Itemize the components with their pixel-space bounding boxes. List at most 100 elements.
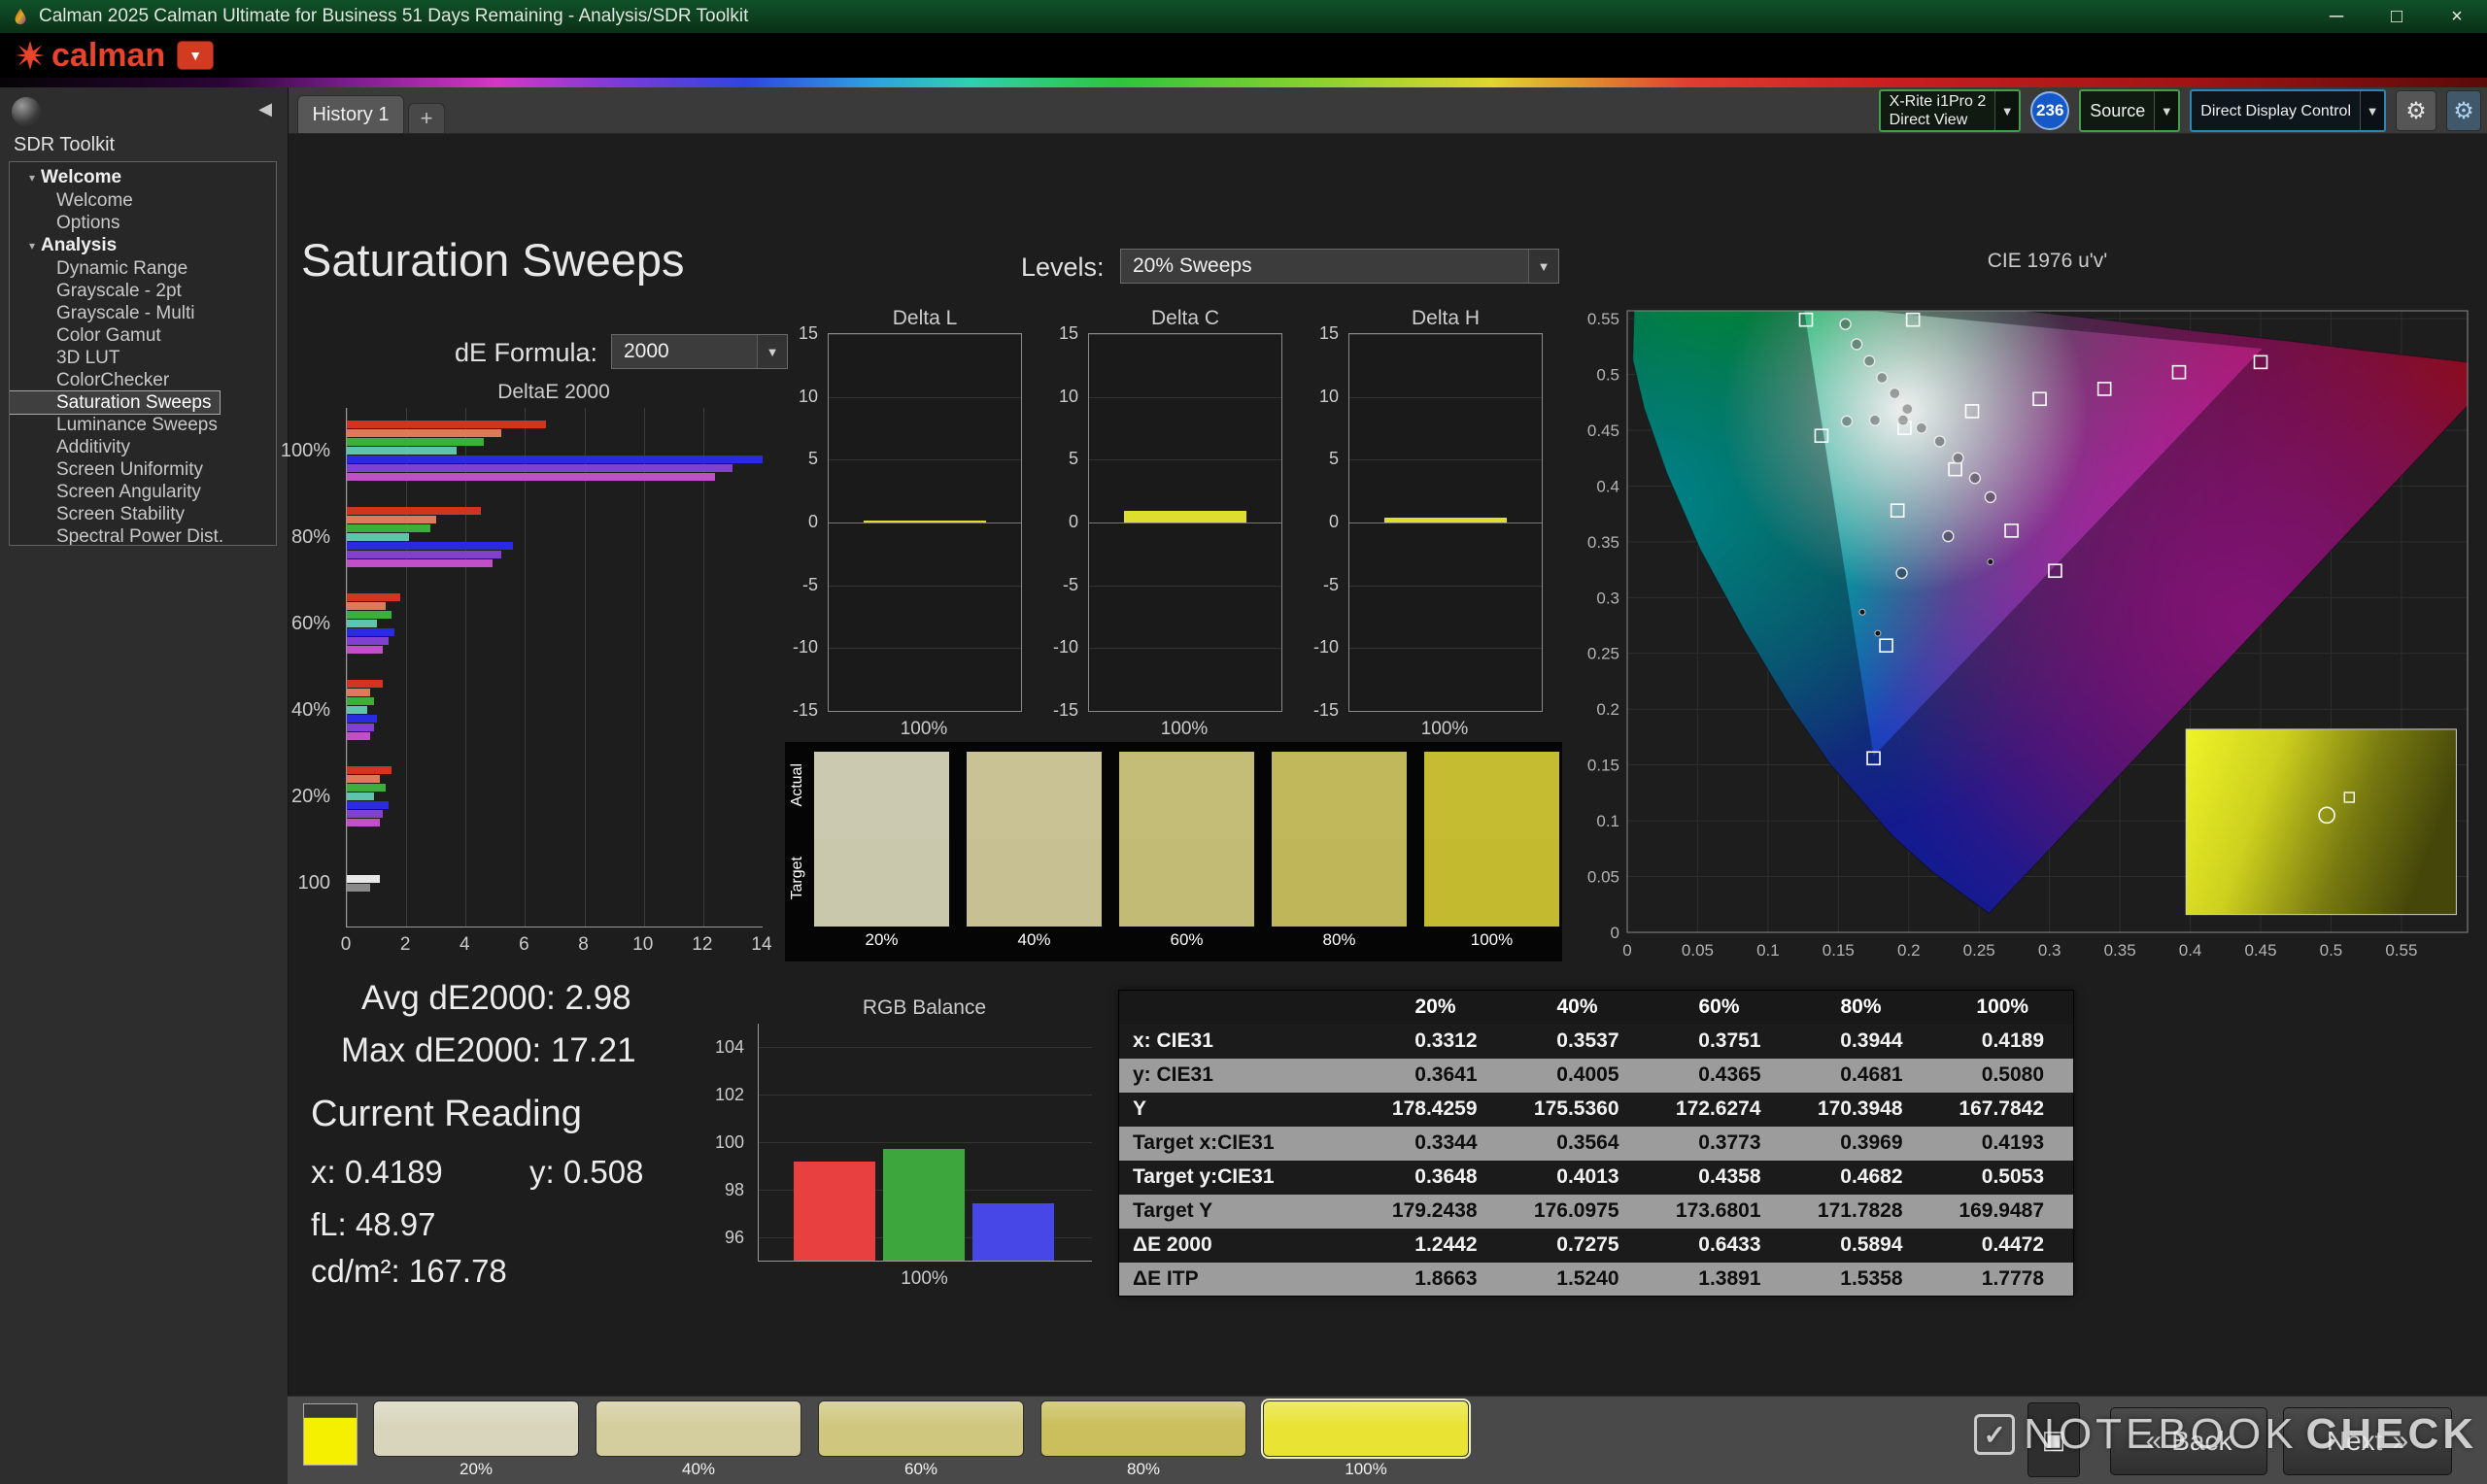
deltae-category-label: 100% bbox=[280, 439, 330, 461]
settings-gear-button[interactable]: ⚙ bbox=[2396, 90, 2436, 131]
swatch-color[interactable] bbox=[596, 1400, 801, 1457]
tree-item-screen-uniformity[interactable]: Screen Uniformity bbox=[10, 458, 276, 481]
workflow-title: SDR Toolkit bbox=[14, 134, 116, 155]
meter-reading-badge: 236 bbox=[2030, 91, 2070, 130]
table-cell: 167.7842 bbox=[1959, 1097, 2044, 1120]
actual-swatch bbox=[814, 752, 949, 839]
sidebar-collapse-button[interactable]: ◀ bbox=[258, 99, 272, 119]
sidebar-tree: ▾ Welcome Welcome Options ▾ Analysis Dynamic R… bbox=[9, 161, 277, 546]
actual-target-panel: Actual Target 20% 40% 60% 80% 100% bbox=[785, 742, 1562, 961]
delta-l-bar bbox=[863, 521, 987, 523]
source-dropdown[interactable]: Source ▼ bbox=[2079, 89, 2181, 132]
pattern-swatch-60%[interactable]: 60% bbox=[818, 1400, 1024, 1479]
table-cell: 1.5240 bbox=[1556, 1266, 1619, 1290]
tree-item-3d-lut[interactable]: 3D LUT bbox=[10, 347, 276, 369]
delta-h-chart: Delta H -15 -10 -5 0 5 10 15 100% bbox=[1304, 307, 1543, 739]
table-cell: 1.3891 bbox=[1698, 1266, 1761, 1290]
meter-dropdown[interactable]: X-Rite i1Pro 2 Direct View ▼ bbox=[1878, 89, 2022, 132]
target-swatch bbox=[814, 839, 949, 927]
svg-text:0.25: 0.25 bbox=[1963, 941, 1995, 960]
target-swatch bbox=[967, 839, 1102, 927]
spectrum-strip bbox=[0, 78, 2487, 87]
tree-item-options[interactable]: Options bbox=[10, 212, 276, 234]
table-cell: 1.7778 bbox=[1981, 1266, 2044, 1290]
tree-item-colorchecker[interactable]: ColorChecker bbox=[10, 369, 276, 391]
pattern-preview-window[interactable] bbox=[303, 1403, 358, 1466]
swatch-color[interactable] bbox=[1040, 1400, 1246, 1457]
restore-button[interactable]: □ bbox=[2367, 0, 2427, 33]
rgb-bar-green bbox=[883, 1149, 965, 1261]
target-swatch bbox=[1119, 839, 1254, 927]
table-cell: 1.8663 bbox=[1414, 1266, 1478, 1290]
target-label: Target bbox=[789, 857, 805, 900]
brand-menu-button[interactable]: ▼ bbox=[177, 41, 215, 70]
table-col-header: 20% bbox=[1364, 990, 1507, 1025]
de-formula-select[interactable]: 2000 ▼ bbox=[611, 334, 788, 369]
pattern-swatch-20%[interactable]: 20% bbox=[373, 1400, 579, 1479]
deltae-bar bbox=[347, 732, 371, 740]
deltae-xlabels: 0 2 4 6 8 10 12 14 bbox=[341, 934, 772, 958]
tree-item-dynamic-range[interactable]: Dynamic Range bbox=[10, 257, 276, 280]
table-cell: 0.4682 bbox=[1840, 1165, 1903, 1188]
pattern-swatch-80%[interactable]: 80% bbox=[1040, 1400, 1246, 1479]
meter-label: X-Rite i1Pro 2 Direct View bbox=[1889, 93, 1987, 128]
chevron-down-icon: ▼ bbox=[1994, 91, 2020, 130]
axis-tick-label: 5 bbox=[807, 449, 818, 469]
workflow-sidebar: ◀ SDR Toolkit ▾ Welcome Welcome Options ▾ Ana… bbox=[0, 87, 289, 1484]
delta-l-chart: Delta L -15 -10 -5 0 5 10 15 100% bbox=[783, 307, 1022, 739]
close-button[interactable]: × bbox=[2427, 0, 2487, 33]
tab-history-1[interactable]: History 1 bbox=[297, 95, 404, 133]
table-cell: 175.5360 bbox=[1533, 1097, 1619, 1120]
tree-item-luminance-sweeps[interactable]: Luminance Sweeps bbox=[10, 414, 276, 436]
display-control-dropdown[interactable]: Direct Display Control ▼ bbox=[2190, 89, 2386, 132]
table-header-row: 20% 40% 60% 80% 100% bbox=[1118, 990, 2074, 1025]
tree-section-welcome[interactable]: ▾ Welcome bbox=[10, 166, 276, 189]
tree-section-analysis[interactable]: ▾ Analysis bbox=[10, 234, 276, 257]
table-cell: 0.3969 bbox=[1840, 1131, 1903, 1154]
table-col-header: 80% bbox=[1789, 990, 1932, 1025]
pattern-swatch-40%[interactable]: 40% bbox=[596, 1400, 801, 1479]
table-col-header: 60% bbox=[1648, 990, 1790, 1025]
main-toolbar: History 1 + X-Rite i1Pro 2 Direct View ▼… bbox=[288, 87, 2487, 134]
axis-tick-label: 0 bbox=[1068, 512, 1078, 531]
pattern-swatch-100%[interactable]: 100% bbox=[1261, 1399, 1471, 1479]
tree-item-screen-stability[interactable]: Screen Stability bbox=[10, 503, 276, 525]
add-tab-button[interactable]: + bbox=[408, 103, 445, 133]
tree-expander-icon: ▾ bbox=[29, 239, 36, 253]
levels-select[interactable]: 20% Sweeps ▼ bbox=[1120, 249, 1559, 284]
app-window: Calman 2025 Calman Ultimate for Business… bbox=[0, 0, 2487, 1484]
table-cell: 0.4365 bbox=[1698, 1063, 1761, 1086]
axis-tick-label: 12 bbox=[692, 934, 713, 955]
tree-item-grayscale-2pt[interactable]: Grayscale - 2pt bbox=[10, 280, 276, 302]
deltae-bar bbox=[347, 473, 716, 481]
tree-item-welcome[interactable]: Welcome bbox=[10, 189, 276, 212]
axis-tick-label: 104 bbox=[714, 1037, 744, 1058]
home-orb-button[interactable] bbox=[12, 97, 41, 126]
avg-de2000: Avg dE2000: 2.98 bbox=[361, 979, 631, 1017]
table-cell: 0.3751 bbox=[1698, 1029, 1761, 1052]
swatch-level-label: 100% bbox=[1470, 930, 1514, 949]
tree-item-saturation-sweeps[interactable]: Saturation Sweeps bbox=[10, 390, 221, 415]
reading-y: y: 0.508 bbox=[529, 1154, 644, 1190]
swatch-color[interactable] bbox=[1261, 1399, 1471, 1459]
svg-text:0.25: 0.25 bbox=[1587, 645, 1619, 663]
rgb-ylabels: 96 98 100 102 104 bbox=[686, 1024, 750, 1261]
table-cell: 1.2442 bbox=[1414, 1233, 1478, 1256]
tree-item-screen-angularity[interactable]: Screen Angularity bbox=[10, 481, 276, 503]
minimize-button[interactable]: ─ bbox=[2306, 0, 2367, 33]
swatch-color[interactable] bbox=[373, 1400, 579, 1457]
swatch-color[interactable] bbox=[818, 1400, 1024, 1457]
workflow-gear-button[interactable]: ⚙ bbox=[2446, 90, 2481, 131]
tree-item-additivity[interactable]: Additivity bbox=[10, 436, 276, 458]
plus-icon: + bbox=[420, 106, 433, 130]
axis-tick-label: 15 bbox=[1318, 323, 1339, 343]
table-cell: 170.3948 bbox=[1817, 1097, 1903, 1120]
swatch-label: 80% bbox=[1126, 1460, 1161, 1478]
brand-bar: calman ▼ bbox=[0, 33, 2487, 78]
swatch-level-label: 60% bbox=[1170, 930, 1204, 949]
deltae-plot bbox=[346, 408, 763, 928]
tree-item-spectral-power-dist[interactable]: Spectral Power Dist. bbox=[10, 525, 276, 545]
tree-item-color-gamut[interactable]: Color Gamut bbox=[10, 324, 276, 347]
table-col-header: 100% bbox=[1931, 990, 2074, 1025]
tree-item-grayscale-multi[interactable]: Grayscale - Multi bbox=[10, 302, 276, 324]
